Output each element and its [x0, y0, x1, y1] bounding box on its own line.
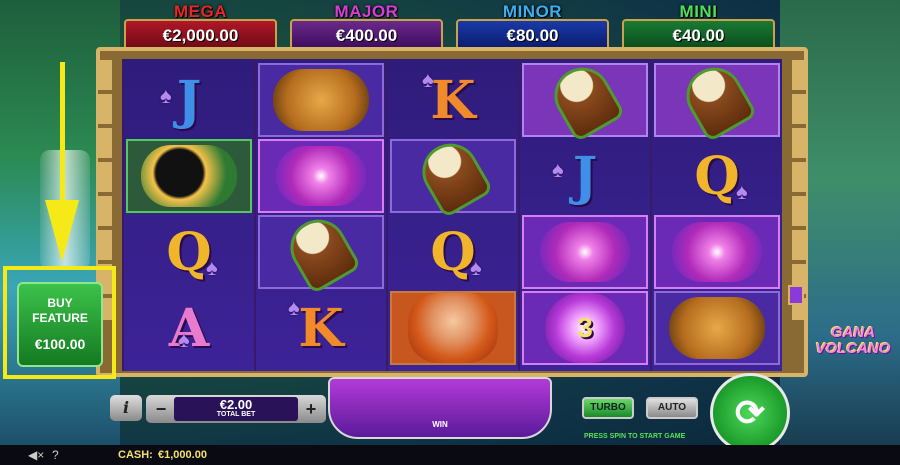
symbol-drum [258, 209, 384, 295]
cash-value: €1,000.00 [158, 449, 207, 461]
toucan-icon [141, 145, 237, 207]
symbol-q: Q ♠ [390, 215, 516, 289]
reel-3: K ♠ Q ♠ [388, 59, 518, 371]
buy-feature-title-line1: BUY [47, 296, 73, 310]
bet-increase-button[interactable]: + [302, 398, 320, 420]
drum-icon [676, 57, 758, 143]
symbol-drum [390, 133, 516, 219]
spade-icon: ♠ [288, 295, 300, 320]
spade-icon: ♠ [736, 179, 748, 204]
drum-icon [280, 209, 362, 295]
reel-5: Q ♠ [652, 57, 782, 371]
drum-icon [412, 133, 494, 219]
reel-4: J ♠ 3 [520, 57, 650, 371]
win-display: WIN [328, 377, 552, 439]
buy-feature-price: €100.00 [34, 336, 86, 352]
symbol-toucan [126, 139, 252, 213]
fire-goddess-icon [408, 293, 498, 363]
autoplay-button[interactable]: AUTO [646, 397, 698, 419]
frame-pillar-right [792, 60, 806, 320]
orchid-icon [540, 222, 630, 282]
buy-feature-title-line2: FEATURE [32, 311, 88, 325]
press-spin-hint: PRESS SPIN TO START GAME [584, 433, 686, 440]
highlight-arrow-icon [45, 200, 79, 262]
spade-icon: ♠ [552, 157, 564, 182]
symbol-a: A ♠ [126, 291, 252, 365]
orchid-icon [672, 222, 762, 282]
side-gem-icon [788, 285, 804, 305]
orb-value: 3 [577, 312, 593, 343]
jackpot-mega: MEGA €2,000.00 [124, 2, 277, 52]
symbol-letter: Q [430, 221, 476, 283]
spade-icon: ♠ [422, 67, 434, 92]
symbol-k: K ♠ [390, 63, 516, 137]
symbol-orchid [522, 215, 648, 289]
symbol-drum [522, 57, 648, 143]
symbol-letter: K [430, 69, 476, 131]
bet-decrease-button[interactable]: − [152, 398, 170, 420]
jackpot-major: MAJOR €400.00 [290, 2, 443, 52]
symbol-k: K ♠ [258, 291, 384, 365]
reel-1: J ♠ Q ♠ A ♠ [124, 59, 254, 371]
jaguar-icon [669, 297, 765, 359]
symbol-letter: J [572, 145, 598, 207]
symbol-woman [390, 291, 516, 365]
spade-icon: ♠ [206, 255, 218, 280]
help-icon[interactable]: ? [52, 448, 59, 462]
win-label: WIN [432, 420, 448, 429]
symbol-letter: K [298, 297, 344, 359]
jackpot-mini: MINI €40.00 [622, 2, 775, 52]
symbol-jaguar [654, 291, 780, 365]
jackpot-minor: MINOR €80.00 [456, 2, 609, 52]
sound-mute-icon[interactable]: ◀× [28, 448, 44, 462]
spade-icon: ♠ [160, 83, 172, 108]
total-bet-value: €2.00 [219, 397, 253, 412]
buy-feature-title: BUY FEATURE [19, 296, 101, 326]
bet-selector: − €2.00 TOTAL BET + [146, 395, 326, 423]
symbol-letter: Q [166, 221, 212, 283]
game-stage: MEGA €2,000.00 MAJOR €400.00 MINOR €80.0… [0, 0, 900, 465]
spin-arrows-icon: ⟳ [734, 392, 766, 433]
bottom-bar: ◀× ? CASH: €1,000.00 [0, 445, 900, 465]
highlight-arrow-shaft [60, 62, 65, 207]
drum-icon [544, 57, 626, 143]
symbol-letter: Q [694, 145, 740, 207]
symbol-q: Q ♠ [126, 215, 252, 289]
total-bet-label: TOTAL BET [216, 411, 256, 418]
reel-frame: J ♠ Q ♠ A ♠ K ♠ K ♠ Q ♠ J ♠ 3 Q ♠ [96, 47, 808, 377]
logo-line1: GANA [830, 324, 876, 341]
spade-icon: ♠ [470, 255, 482, 280]
turbo-button[interactable]: TURBO [582, 397, 634, 419]
spade-icon: ♠ [178, 327, 190, 352]
game-logo: GANA VOLCANO [808, 325, 898, 357]
symbol-j: J ♠ [126, 63, 252, 137]
reel-2: K ♠ [256, 59, 386, 371]
jaguar-icon [273, 69, 369, 131]
buy-feature-highlight: BUY FEATURE €100.00 [3, 266, 116, 379]
orchid-icon [276, 146, 366, 206]
cash-label: CASH: [118, 449, 153, 461]
reel-grid: J ♠ Q ♠ A ♠ K ♠ K ♠ Q ♠ J ♠ 3 Q ♠ [122, 57, 782, 371]
total-bet-display: €2.00 TOTAL BET [174, 397, 298, 421]
symbol-letter: J [176, 69, 202, 131]
symbol-orchid [654, 215, 780, 289]
symbol-j: J ♠ [522, 139, 648, 213]
symbol-q: Q ♠ [654, 139, 780, 213]
bonus-orb-icon: 3 [545, 293, 625, 363]
buy-feature-button[interactable]: BUY FEATURE €100.00 [17, 282, 103, 367]
info-button[interactable]: i [110, 395, 142, 421]
logo-line2: VOLCANO [815, 340, 891, 357]
symbol-jaguar [258, 63, 384, 137]
symbol-orchid [258, 139, 384, 213]
symbol-drum [654, 57, 780, 143]
spin-button[interactable]: ⟳ [710, 373, 790, 453]
control-panel: i − €2.00 TOTAL BET + WIN TURBO AUTO PRE… [100, 373, 800, 453]
symbol-bonus-orb: 3 [522, 291, 648, 365]
